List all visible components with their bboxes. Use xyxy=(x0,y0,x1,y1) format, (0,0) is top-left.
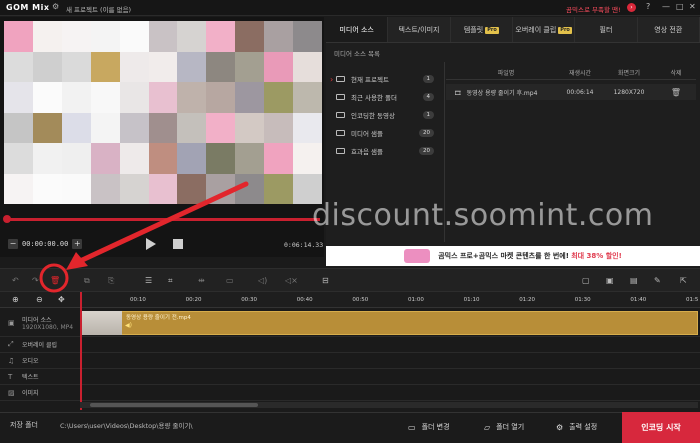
annotation-circle xyxy=(39,263,69,293)
annotation-overlay xyxy=(39,181,249,293)
annotation-arrow-line xyxy=(75,181,249,265)
